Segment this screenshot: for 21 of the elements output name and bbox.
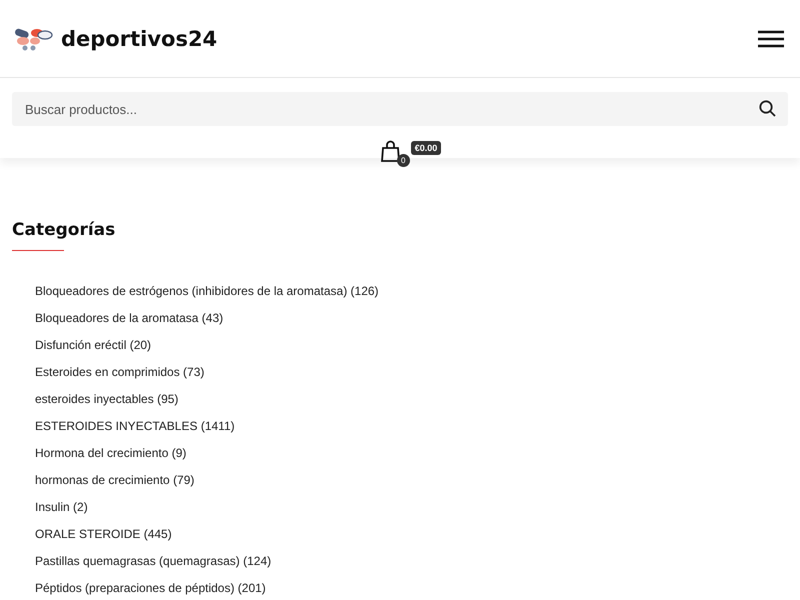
category-link[interactable]: Bloqueadores de la aromatasa (43) <box>35 311 224 325</box>
category-link[interactable]: Esteroides en comprimidos (73) <box>35 365 204 379</box>
cart-count-badge: 0 <box>396 154 410 167</box>
menu-button[interactable] <box>758 30 784 48</box>
category-link[interactable]: Pastillas quemagrasas (quemagrasas) (124) <box>35 554 272 568</box>
cart-total-badge: €0.00 <box>410 141 442 155</box>
menu-icon <box>758 30 784 48</box>
category-link[interactable]: Hormona del crecimiento (9) <box>35 446 186 460</box>
category-link[interactable]: hormonas de crecimiento (79) <box>35 473 194 487</box>
category-link[interactable]: Bloqueadores de estrógenos (inhibidores de la aromatasa) (126) <box>35 284 379 298</box>
category-link[interactable]: esteroides inyectables (95) <box>35 392 178 406</box>
category-link[interactable]: Péptidos (preparaciones de péptidos) (201) <box>35 581 266 595</box>
category-link[interactable]: ESTEROIDES INYECTABLES (1411) <box>35 419 235 433</box>
search-icon[interactable] <box>759 100 776 117</box>
category-link[interactable]: Insulin (2) <box>35 500 88 514</box>
category-link[interactable]: Disfunción eréctil (20) <box>35 338 152 352</box>
shopping-bag-icon[interactable] <box>380 140 401 162</box>
category-link[interactable]: ORALE STEROIDE (445) <box>35 527 172 541</box>
site-logo-text[interactable]: deportivos24 <box>61 26 218 50</box>
search-field[interactable]: Buscar productos... <box>12 92 788 126</box>
section-heading: Categorías <box>12 220 116 240</box>
